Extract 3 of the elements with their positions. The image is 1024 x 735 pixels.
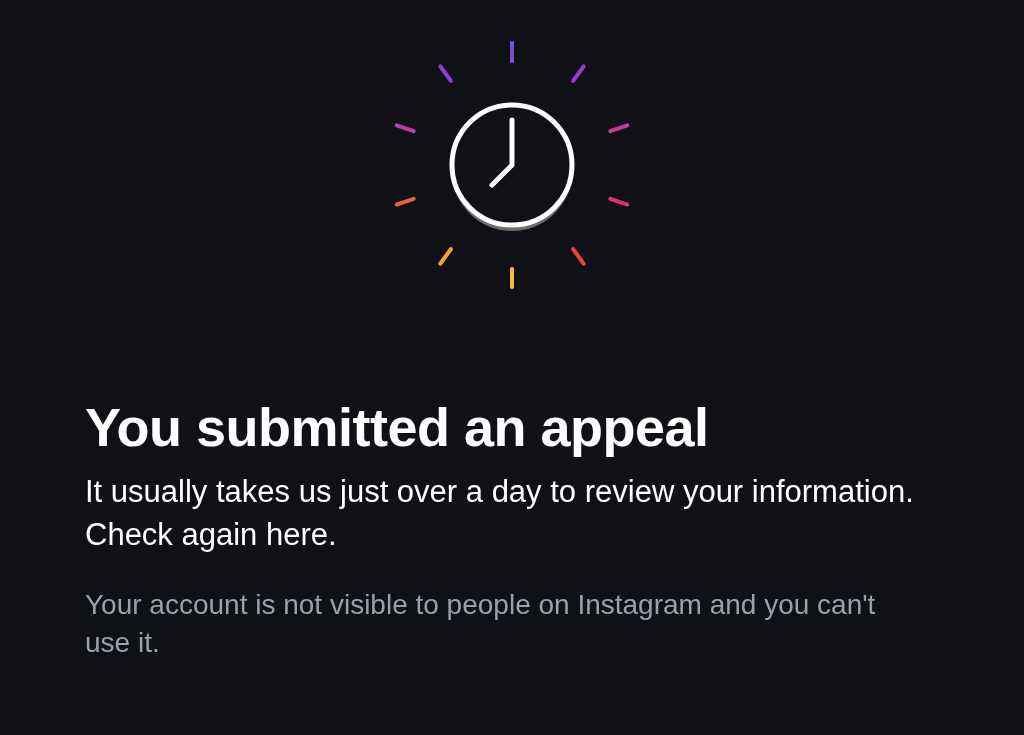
heading: You submitted an appeal (85, 396, 710, 458)
message-text: It usually takes us just over a day to review your information. Check again here. (85, 473, 915, 554)
note-text: Your account is not visible to people on Instagram and you can't use it. (85, 588, 877, 660)
